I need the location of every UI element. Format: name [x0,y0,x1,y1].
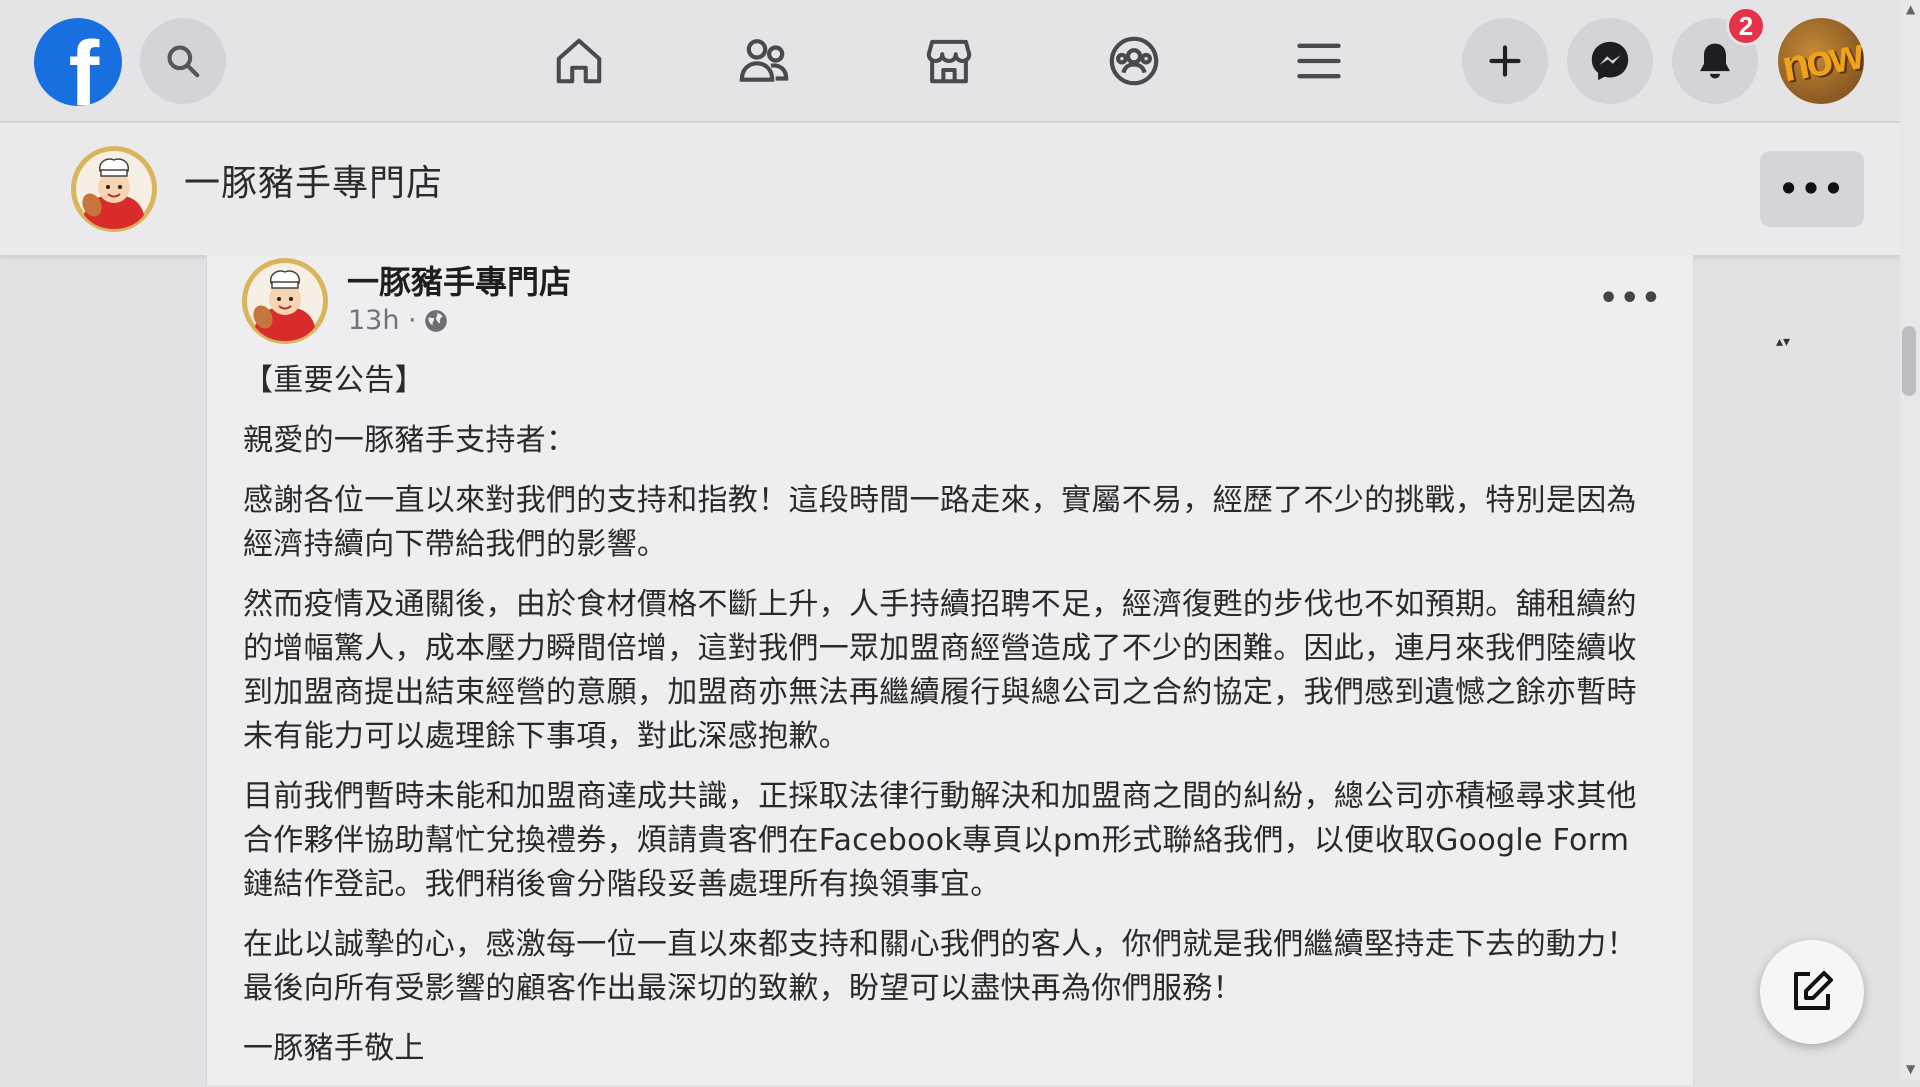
nav-friends-tab[interactable] [730,27,798,95]
profile-avatar-logo-text: now [1778,29,1864,92]
groups-icon [1109,36,1159,86]
post-paragraph: 感謝各位一直以來對我們的支持和指教！這段時間一路走來，實屬不易，經歷了不少的挑戰… [243,483,1637,562]
post-card: 一豚豬手專門店 13h · ••• 【重要公告】 親愛的一豚豬手支持者： 感謝各… [206,255,1694,1085]
page-avatar[interactable] [70,145,158,233]
marketplace-icon [926,39,972,84]
page-more-options-button[interactable]: ••• [1760,151,1864,227]
messenger-icon [1591,41,1629,81]
scroll-up-arrow-icon[interactable]: ▲ [1906,2,1915,16]
post-author-name[interactable]: 一豚豬手專門店 [347,257,571,303]
facebook-logo-letter: f [68,23,100,106]
home-icon [556,38,602,84]
globe-icon [424,309,447,332]
facebook-logo-icon[interactable]: f [34,18,122,106]
friends-icon [739,39,789,82]
post-author-avatar[interactable] [241,257,329,345]
bell-icon [1699,43,1731,79]
scrollbar-thumb[interactable] [1902,326,1916,396]
menu-icon [1297,43,1341,79]
post-body: 【重要公告】 親愛的一豚豬手支持者： 感謝各位一直以來對我們的支持和指教！這段時… [243,359,1663,1087]
messenger-button[interactable] [1567,18,1653,104]
scroll-down-arrow-icon[interactable]: ▼ [1906,1062,1915,1076]
sort-caret-icon: ▴▾ [1776,334,1791,350]
post-timestamp[interactable]: 13h · [348,305,417,336]
post-meta: 13h · [348,305,449,336]
post-paragraph: 在此以誠摯的心，感激每一位一直以來都支持和關心我們的客人，你們就是我們繼續堅持走… [243,927,1637,1006]
top-navigation-bar: f 2 now [0,0,1900,122]
post-more-options-button[interactable]: ••• [1599,281,1663,316]
compose-icon [1794,971,1833,1010]
post-paragraph: 目前我們暫時未能和加盟商達成共識，正採取法律行動解決和加盟商之間的糾紛，總公司亦… [243,779,1637,902]
search-icon [167,45,200,78]
nav-menu-tab[interactable] [1285,27,1353,95]
nav-marketplace-tab[interactable] [915,27,983,95]
post-paragraph: 一豚豬手敬上 [243,1031,425,1066]
notification-count-badge: 2 [1726,6,1766,46]
profile-avatar[interactable]: now [1778,18,1864,104]
search-button[interactable] [140,18,226,104]
page-name[interactable]: 一豚豬手專門店 [184,161,443,208]
post-paragraph: 【重要公告】 [243,363,425,398]
new-message-button[interactable] [1760,940,1864,1044]
scrollbar[interactable] [1900,0,1920,1080]
nav-groups-tab[interactable] [1100,27,1168,95]
plus-icon [1489,45,1521,77]
post-paragraph: 親愛的一豚豬手支持者： [243,423,577,458]
post-paragraph: 然而疫情及通關後，由於食材價格不斷上升，人手持續招聘不足，經濟復甦的步伐也不如預… [243,587,1637,754]
nav-home-tab[interactable] [545,27,613,95]
create-button[interactable] [1462,18,1548,104]
page-header-bar: 一豚豬手專門店 ••• [0,123,1900,255]
